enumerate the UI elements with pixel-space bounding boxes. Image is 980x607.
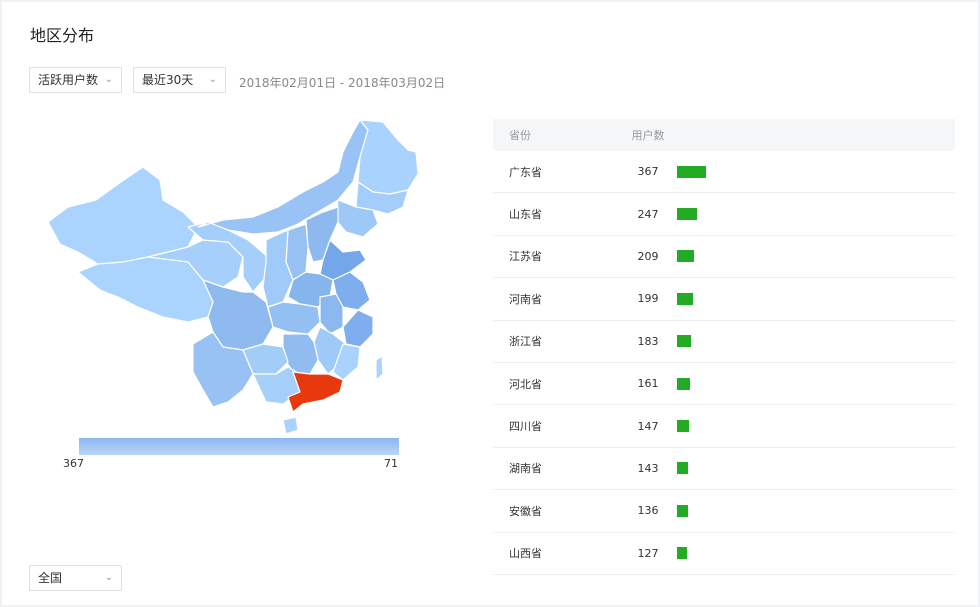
user-count: 199	[637, 292, 659, 306]
page-title: 地区分布	[30, 26, 95, 45]
province-table: 省份 用户数 广东省 367 山东省 247 江苏省 209 河南省 199 浙江省 183 河北省…	[493, 119, 955, 575]
table-body: 广东省 367 山东省 247 江苏省 209 河南省 199 浙江省 183 河北省 161 四川省 1…	[493, 151, 955, 575]
province-name: 安徽省	[509, 504, 542, 518]
user-count-bar	[677, 208, 697, 221]
table-row[interactable]: 湖南省 143	[493, 448, 955, 491]
user-count: 367	[637, 165, 659, 179]
user-count-bar	[677, 165, 706, 178]
chevron-down-icon: ⌄	[104, 74, 113, 85]
legend-gradient-bar[interactable]	[79, 438, 399, 455]
province-name: 江苏省	[509, 250, 542, 264]
user-count-bar	[677, 335, 692, 348]
period-select-label: 最近30天	[142, 73, 194, 87]
region-select[interactable]: 全国 ⌄	[29, 565, 122, 591]
chevron-down-icon: ⌄	[104, 572, 113, 583]
region-anhui	[319, 293, 344, 335]
region-zhejiang	[342, 309, 374, 348]
region-hubei	[267, 301, 321, 335]
table-row[interactable]: 河北省 161	[493, 363, 955, 406]
user-count: 209	[637, 249, 659, 263]
user-count-bar	[677, 462, 689, 475]
province-name: 山东省	[509, 208, 542, 222]
province-name: 湖南省	[509, 462, 542, 476]
header-province: 省份	[509, 129, 531, 142]
user-count-bar	[677, 292, 693, 305]
table-row[interactable]: 山东省 247	[493, 193, 955, 236]
province-name: 河南省	[509, 292, 542, 306]
user-count: 147	[637, 419, 659, 433]
header-users: 用户数	[631, 129, 665, 142]
table-header: 省份 用户数	[493, 119, 955, 151]
table-row[interactable]: 江苏省 209	[493, 236, 955, 279]
region-taiwan	[375, 355, 384, 381]
legend-min-label: 367	[63, 457, 84, 470]
china-map[interactable]	[38, 112, 438, 442]
region-distribution-card: 地区分布 活跃用户数 ⌄ 最近30天 ⌄ 2018年02月01日 - 2018年…	[2, 2, 978, 605]
province-name: 四川省	[509, 420, 542, 434]
table-row[interactable]: 安徽省 136	[493, 490, 955, 533]
chevron-down-icon: ⌄	[208, 74, 217, 85]
date-range-text: 2018年02月01日 - 2018年03月02日	[239, 76, 446, 90]
table-row[interactable]: 河南省 199	[493, 278, 955, 321]
province-name: 浙江省	[509, 335, 542, 349]
china-map-svg	[47, 119, 419, 435]
legend-max-label: 71	[384, 457, 398, 470]
table-row[interactable]: 四川省 147	[493, 405, 955, 448]
user-count: 136	[637, 504, 659, 518]
province-name: 广东省	[509, 165, 542, 179]
metric-select[interactable]: 活跃用户数 ⌄	[29, 67, 122, 93]
region-select-label: 全国	[38, 571, 63, 585]
region-xinjiang	[47, 166, 199, 265]
table-row[interactable]: 广东省 367	[493, 151, 955, 194]
user-count: 247	[637, 207, 659, 221]
user-count-bar	[677, 377, 690, 390]
user-count-bar	[677, 547, 688, 560]
user-count-bar	[677, 250, 694, 263]
region-hainan	[282, 416, 299, 435]
table-row[interactable]: 浙江省 183	[493, 321, 955, 363]
user-count: 183	[637, 334, 659, 348]
user-count: 143	[637, 461, 659, 475]
user-count-bar	[677, 420, 689, 433]
metric-select-label: 活跃用户数	[38, 73, 99, 87]
period-select[interactable]: 最近30天 ⌄	[133, 67, 226, 93]
user-count: 127	[637, 546, 659, 560]
province-name: 山西省	[509, 547, 542, 561]
user-count: 161	[637, 377, 659, 391]
province-name: 河北省	[509, 377, 542, 391]
table-row[interactable]: 山西省 127	[493, 533, 955, 575]
user-count-bar	[677, 504, 688, 517]
